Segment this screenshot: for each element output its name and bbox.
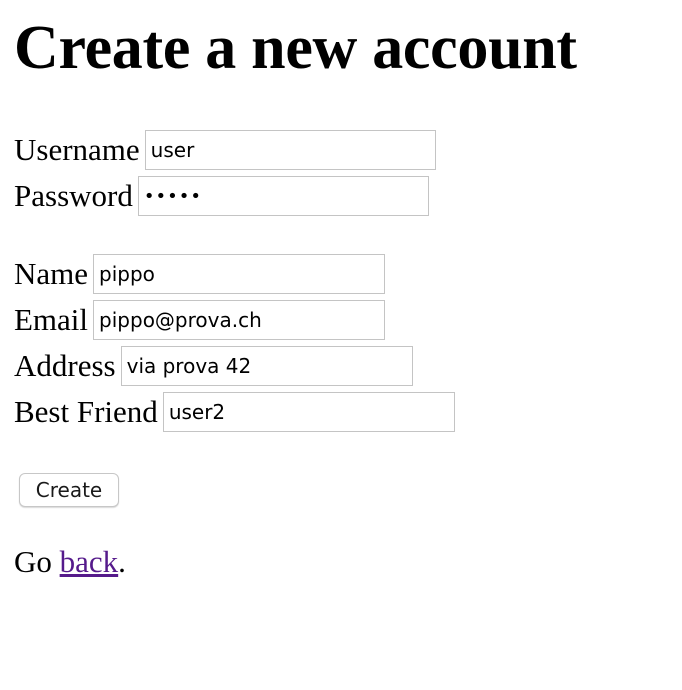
address-field[interactable]: [120, 346, 413, 386]
go-back-prefix: Go: [14, 544, 52, 579]
page-title: Create a new account: [14, 14, 577, 82]
email-label: Email: [14, 302, 89, 337]
create-button[interactable]: Create: [19, 473, 119, 507]
password-row: Password: [14, 176, 429, 216]
password-field[interactable]: [137, 176, 429, 216]
back-link[interactable]: back: [60, 544, 119, 579]
username-row: Username: [14, 130, 436, 170]
address-label: Address: [14, 348, 116, 383]
name-label: Name: [14, 256, 89, 291]
username-label: Username: [14, 132, 140, 167]
best-friend-field[interactable]: [162, 392, 455, 432]
username-field[interactable]: [144, 130, 436, 170]
email-field[interactable]: [93, 300, 386, 340]
go-back-line: Go back.: [14, 542, 126, 582]
best-friend-row: Best Friend: [14, 392, 455, 432]
name-row: Name: [14, 254, 386, 294]
best-friend-label: Best Friend: [14, 394, 158, 429]
name-field[interactable]: [93, 254, 386, 294]
address-row: Address: [14, 346, 413, 386]
email-row: Email: [14, 300, 386, 340]
go-back-suffix: .: [118, 544, 126, 579]
password-label: Password: [14, 178, 133, 213]
